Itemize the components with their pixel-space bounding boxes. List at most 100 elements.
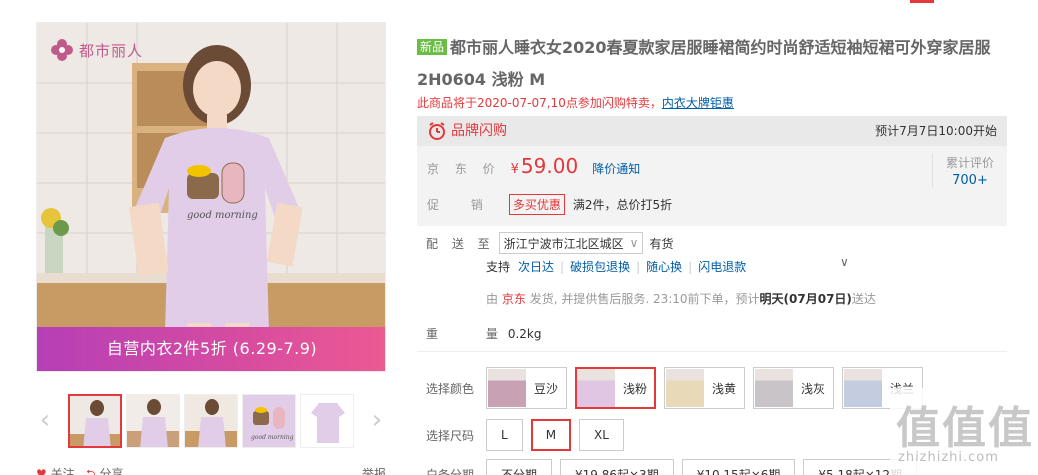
color-swatch (755, 369, 793, 407)
heart-icon: ♥ (36, 467, 47, 475)
brand-logo-text: 都市丽人 (79, 41, 144, 60)
thumbnail-5[interactable] (300, 394, 354, 448)
installment-option-none[interactable]: 不分期 (486, 459, 553, 475)
size-label: 选择尺码 (426, 429, 475, 443)
svg-text:good morning: good morning (187, 210, 258, 221)
flash-sale-header: 品牌闪购 预计7月7日10:00开始 (417, 116, 1007, 146)
size-option-l[interactable]: L (486, 419, 523, 451)
size-option-m[interactable]: M (530, 419, 572, 451)
product-title-text: 都市丽人睡衣女2020春夏款家居服睡裙简约时尚舒适短袖短裙可外穿家居服 2H06… (417, 38, 991, 89)
service-flash-refund[interactable]: 闪电退款 (698, 258, 746, 275)
ship-note-suffix: 送达 (851, 292, 876, 306)
flash-sale-title: 品牌闪购 (427, 116, 507, 146)
address-text: 浙江宁波市江北区城区 (503, 236, 624, 251)
installment-option-6[interactable]: ¥10.15起×6期 (681, 459, 796, 475)
weight-value: 0.2kg (507, 326, 542, 341)
price-label: 京 东 价 (427, 162, 501, 176)
ship-note-seller[interactable]: 京东 (502, 292, 526, 306)
promotion-desc: 满2件，总价打5折 (572, 198, 673, 212)
brand-logo: 都市丽人 (49, 37, 143, 63)
stock-status: 有货 (649, 236, 674, 251)
installment-option-3[interactable]: ¥19.86起×3期 (560, 459, 674, 475)
currency-symbol: ¥ (510, 162, 519, 177)
watermark-url: zhizhizhi.com (898, 450, 999, 465)
chevron-down-icon: ∨ (629, 236, 639, 250)
services-expand-chevron-icon[interactable]: ∨ (840, 255, 849, 269)
share-icon: ⮌ (86, 467, 96, 475)
promotion-label: 促 销 (427, 198, 497, 212)
review-summary[interactable]: 累计评价 700+ (932, 154, 1007, 188)
favorite-label: 关注 (50, 467, 75, 475)
promo-banner[interactable]: 自营内衣2件5折 (6.29-7.9) (37, 327, 385, 371)
notice-link[interactable]: 内衣大牌钜惠 (662, 96, 734, 110)
ship-note-prefix: 由 (486, 292, 499, 306)
section-divider (417, 351, 1007, 352)
service-row: 支持 次日达 | 破损包退换 | 随心换 | 闪电退款 (486, 258, 746, 275)
color-swatch (577, 369, 615, 407)
service-separator: | (688, 259, 693, 274)
thumbnail-1[interactable] (68, 394, 122, 448)
alarm-clock-icon (429, 122, 445, 140)
color-swatch (488, 369, 526, 407)
review-label: 累计评价 (945, 156, 994, 170)
watermark-glyphs: 值值值 (896, 403, 1034, 454)
ship-note-mid: 发货, 并提供售后服务. 23:10前下单，预计 (529, 292, 760, 306)
promotion-tag: 多买优惠 (508, 194, 565, 215)
color-swatch (844, 369, 882, 407)
price-number: 59.00 (520, 154, 579, 178)
promotion-row: 促 销 多买优惠 满2件，总价打5折 (427, 194, 672, 215)
service-separator: | (560, 259, 565, 274)
service-label: 支持 (486, 260, 511, 274)
price-value: ¥59.00 (511, 154, 579, 178)
color-option-light-pink[interactable]: 浅粉 (575, 367, 656, 409)
color-name: 豆沙 (534, 381, 559, 396)
color-name: 浅灰 (801, 381, 826, 396)
price-drop-notify-link[interactable]: 降价通知 (592, 160, 640, 177)
size-options: L M XL (486, 419, 624, 451)
thumbnail-4[interactable]: good morning (242, 394, 296, 448)
delivery-label: 配 送 至 (426, 236, 495, 251)
price-row: 京 东 价 ¥59.00 降价通知 (427, 154, 640, 178)
report-link[interactable]: 举报 (362, 465, 386, 475)
color-option-light-yellow[interactable]: 浅黄 (664, 367, 745, 409)
thumbnail-3[interactable] (184, 394, 238, 448)
shipping-note: 由 京东 发货, 并提供售后服务. 23:10前下单，预计明天(07月07日)送… (486, 290, 876, 307)
color-options: 豆沙 浅粉 浅黄 浅灰 浅兰 (486, 367, 923, 409)
weight-row: 重 量 0.2kg (426, 325, 541, 342)
thumb-next-arrow-icon[interactable]: › (368, 402, 386, 438)
color-option-dousha[interactable]: 豆沙 (486, 367, 567, 409)
flash-sale-notice: 此商品将于2020-07-07,10点参加闪购特卖，内衣大牌钜惠 (417, 94, 734, 111)
installment-options: 不分期 ¥19.86起×3期 ¥10.15起×6期 ¥5.18起×12期 (486, 459, 918, 475)
notice-text: 此商品将于2020-07-07,10点参加闪购特卖， (417, 96, 662, 110)
review-count[interactable]: 700+ (933, 173, 1007, 188)
svg-text:good morning: good morning (251, 434, 294, 441)
service-damage-return[interactable]: 破损包退换 (570, 258, 630, 275)
color-swatch (666, 369, 704, 407)
favorite-link[interactable]: ♥ 关注 (36, 465, 75, 475)
color-option-light-gray[interactable]: 浅灰 (753, 367, 834, 409)
share-link[interactable]: ⮌ 分享 (86, 465, 123, 475)
service-separator: | (636, 259, 641, 274)
ship-note-date: 明天(07月07日) (759, 292, 852, 306)
address-selector[interactable]: 浙江宁波市江北区城区 ∨ (498, 232, 644, 254)
service-free-exchange[interactable]: 随心换 (646, 258, 682, 275)
thumb-prev-arrow-icon[interactable]: ‹ (36, 402, 54, 438)
site-watermark: 值值值 zhizhizhi.com (890, 388, 1038, 475)
color-name: 浅黄 (712, 381, 737, 396)
delivery-row: 配 送 至 浙江宁波市江北区城区 ∨ 有货 (426, 232, 673, 254)
product-photo-illustration: good morning (37, 23, 385, 371)
service-next-day[interactable]: 次日达 (518, 258, 554, 275)
size-option-xl[interactable]: XL (579, 419, 624, 451)
product-title: 新品 都市丽人睡衣女2020春夏款家居服睡裙简约时尚舒适短袖短裙可外穿家居服 2H… (417, 32, 1007, 96)
top-edge-accent (910, 0, 934, 3)
share-label: 分享 (99, 467, 124, 475)
flash-sale-title-text: 品牌闪购 (451, 123, 507, 139)
thumbnail-strip: ‹ good morning › (36, 392, 386, 448)
main-product-image[interactable]: good morning 都市丽人 自营内衣2件5折 (6.29-7.9) (36, 22, 386, 372)
weight-label: 重 量 (426, 327, 520, 341)
new-badge: 新品 (417, 39, 448, 55)
flower-logo-icon (51, 39, 73, 61)
color-label: 选择颜色 (426, 382, 475, 396)
thumbnail-2[interactable] (126, 394, 180, 448)
installment-label: 白条分期 (426, 468, 475, 475)
